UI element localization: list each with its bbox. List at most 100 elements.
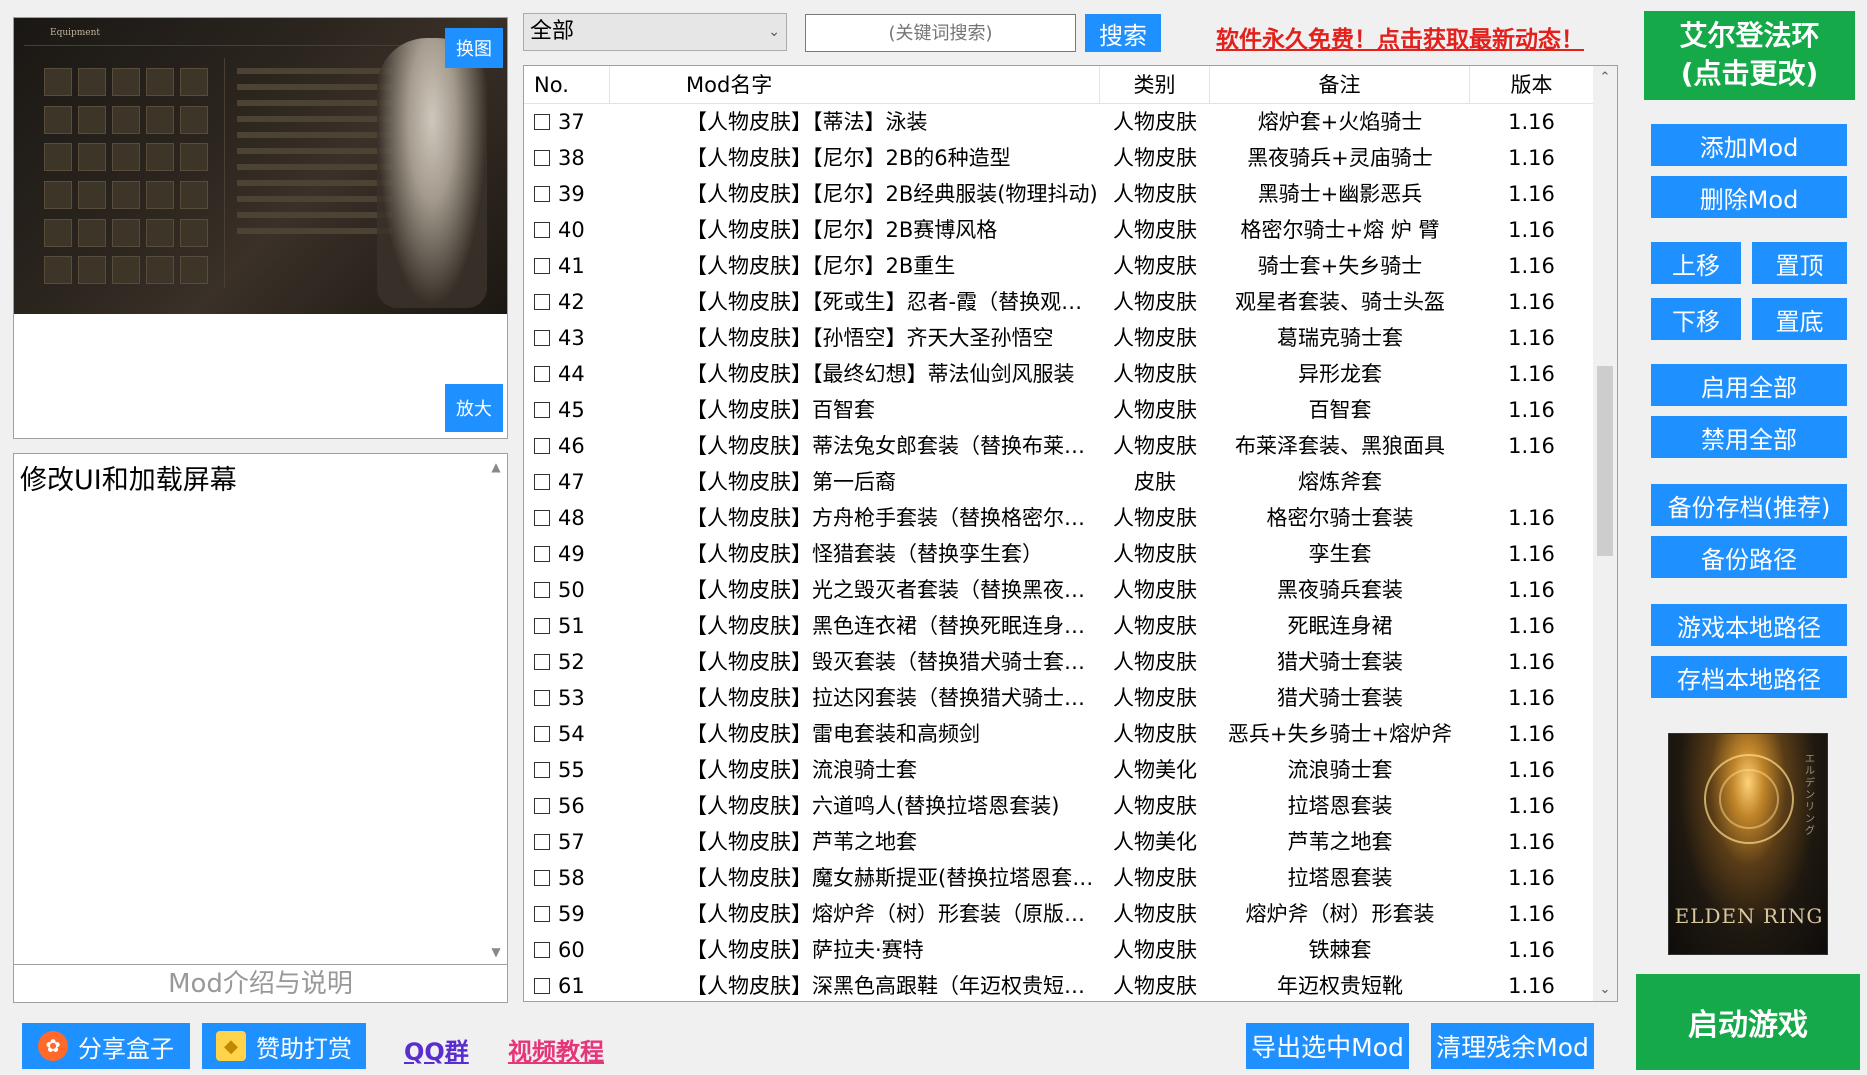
zoom-image-button[interactable]: 放大 [445, 384, 503, 432]
row-checkbox[interactable] [534, 870, 550, 886]
game-path-button[interactable]: 游戏本地路径 [1651, 604, 1847, 646]
header-note[interactable]: 备注 [1210, 66, 1470, 103]
table-scrollbar[interactable]: ⌃ ⌄ [1593, 66, 1617, 1001]
delete-mod-button[interactable]: 删除Mod [1651, 176, 1847, 218]
table-row[interactable]: 37 【人物皮肤】【蒂法】泳装 人物皮肤 熔炉套+火焰骑士 1.16 [524, 104, 1593, 140]
table-row[interactable]: 52 【人物皮肤】毁灭套装（替换猎犬骑士套装） 人物皮肤 猎犬骑士套装 1.16 [524, 644, 1593, 680]
table-row[interactable]: 43 【人物皮肤】【孙悟空】齐天大圣孙悟空 人物皮肤 葛瑞克骑士套 1.16 [524, 320, 1593, 356]
donate-button[interactable]: ◆ 赞助打赏 [202, 1023, 366, 1069]
donate-label: 赞助打赏 [256, 1034, 352, 1063]
enable-all-button[interactable]: 启用全部 [1651, 364, 1847, 406]
row-checkbox[interactable] [534, 258, 550, 274]
search-button[interactable]: 搜索 [1085, 14, 1161, 52]
row-checkbox[interactable] [534, 906, 550, 922]
table-row[interactable]: 47 【人物皮肤】第一后裔 皮肤 熔炼斧套 [524, 464, 1593, 500]
row-checkbox[interactable] [534, 582, 550, 598]
disable-all-button[interactable]: 禁用全部 [1651, 416, 1847, 458]
clean-residual-button[interactable]: 清理残余Mod [1431, 1023, 1594, 1069]
table-row[interactable]: 44 【人物皮肤】【最终幻想】蒂法仙剑风服装 人物皮肤 异形龙套 1.16 [524, 356, 1593, 392]
row-checkbox[interactable] [534, 762, 550, 778]
move-down-button[interactable]: 下移 [1651, 298, 1741, 340]
row-checkbox[interactable] [534, 798, 550, 814]
table-row[interactable]: 48 【人物皮肤】方舟枪手套装（替换格密尔骑士套... 人物皮肤 格密尔骑士套装 1.1… [524, 500, 1593, 536]
row-checkbox[interactable] [534, 330, 550, 346]
save-path-button[interactable]: 存档本地路径 [1651, 656, 1847, 698]
row-checkbox[interactable] [534, 474, 550, 490]
row-no-cell: 43 [524, 320, 610, 356]
row-checkbox[interactable] [534, 978, 550, 994]
row-no-cell: 39 [524, 176, 610, 212]
row-no: 54 [558, 722, 585, 746]
row-checkbox[interactable] [534, 402, 550, 418]
row-checkbox[interactable] [534, 942, 550, 958]
table-row[interactable]: 49 【人物皮肤】怪猎套装（替换孪生套） 人物皮肤 孪生套 1.16 [524, 536, 1593, 572]
row-checkbox[interactable] [534, 546, 550, 562]
category-select[interactable]: 全部 ⌄ [523, 13, 787, 51]
table-row[interactable]: 60 【人物皮肤】萨拉夫·赛特 人物皮肤 铁棘套 1.16 [524, 932, 1593, 968]
header-category[interactable]: 类别 [1100, 66, 1210, 103]
game-select-button[interactable]: 艾尔登法环 (点击更改) [1644, 11, 1855, 100]
table-row[interactable]: 38 【人物皮肤】【尼尔】2B的6种造型 人物皮肤 黑夜骑兵+灵庙骑士 1.16 [524, 140, 1593, 176]
row-checkbox[interactable] [534, 690, 550, 706]
row-no: 50 [558, 578, 585, 602]
row-category: 人物皮肤 [1113, 866, 1197, 890]
row-checkbox[interactable] [534, 294, 550, 310]
row-checkbox[interactable] [534, 150, 550, 166]
table-row[interactable]: 51 【人物皮肤】黑色连衣裙（替换死眠连身裙） 人物皮肤 死眠连身裙 1.16 [524, 608, 1593, 644]
row-checkbox[interactable] [534, 366, 550, 382]
table-row[interactable]: 39 【人物皮肤】【尼尔】2B经典服装(物理抖动) 人物皮肤 黑骑士+幽影恶兵 1.16 [524, 176, 1593, 212]
table-row[interactable]: 57 【人物皮肤】芦苇之地套 人物美化 芦苇之地套 1.16 [524, 824, 1593, 860]
scroll-up-icon[interactable]: ⌃ [1598, 70, 1612, 85]
table-row[interactable]: 55 【人物皮肤】流浪骑士套 人物美化 流浪骑士套 1.16 [524, 752, 1593, 788]
row-version [1470, 464, 1593, 500]
swap-image-button[interactable]: 换图 [445, 28, 503, 68]
description-scrollbar[interactable]: ▲ ▼ [487, 456, 505, 961]
scrollbar-thumb[interactable] [1597, 366, 1613, 556]
row-name: 【人物皮肤】毁灭套装（替换猎犬骑士套装） [686, 650, 1100, 674]
export-selected-button[interactable]: 导出选中Mod [1246, 1023, 1409, 1069]
scroll-up-icon[interactable]: ▲ [489, 460, 503, 474]
promo-link[interactable]: 软件永久免费！点击获取最新动态！ [1216, 20, 1584, 54]
header-version[interactable]: 版本 [1470, 66, 1593, 103]
table-row[interactable]: 56 【人物皮肤】六道鸣人(替换拉塔恩套装) 人物皮肤 拉塔恩套装 1.16 [524, 788, 1593, 824]
backup-save-button[interactable]: 备份存档(推荐) [1651, 484, 1847, 526]
row-checkbox[interactable] [534, 186, 550, 202]
table-row[interactable]: 45 【人物皮肤】百智套 人物皮肤 百智套 1.16 [524, 392, 1593, 428]
table-row[interactable]: 54 【人物皮肤】雷电套装和高频剑 人物皮肤 恶兵+失乡骑士+熔炉斧 1.16 [524, 716, 1593, 752]
table-row[interactable]: 41 【人物皮肤】【尼尔】2B重生 人物皮肤 骑士套+失乡骑士 1.16 [524, 248, 1593, 284]
table-row[interactable]: 40 【人物皮肤】【尼尔】2B赛博风格 人物皮肤 格密尔骑士+熔 炉 臂 1.16 [524, 212, 1593, 248]
row-checkbox[interactable] [534, 834, 550, 850]
move-bottom-button[interactable]: 置底 [1752, 298, 1847, 340]
row-checkbox[interactable] [534, 222, 550, 238]
table-row[interactable]: 42 【人物皮肤】【死或生】忍者-霞（替换观星者套... 人物皮肤 观星者套装、骑士头… [524, 284, 1593, 320]
backup-path-button[interactable]: 备份路径 [1651, 536, 1847, 578]
row-checkbox[interactable] [534, 510, 550, 526]
scroll-down-icon[interactable]: ▼ [489, 945, 503, 959]
mod-description-panel[interactable]: 修改UI和加载屏幕 ▲ ▼ Mod介绍与说明 [13, 453, 508, 1003]
header-no[interactable]: No. [524, 66, 610, 103]
table-row[interactable]: 58 【人物皮肤】魔女赫斯提亚(替换拉塔恩套装) 人物皮肤 拉塔恩套装 1.16 [524, 860, 1593, 896]
search-input[interactable] [805, 14, 1076, 52]
row-checkbox[interactable] [534, 654, 550, 670]
table-row[interactable]: 46 【人物皮肤】蒂法兔女郎套装（替换布莱泽套装... 人物皮肤 布莱泽套装、黑狼面具… [524, 428, 1593, 464]
add-mod-button[interactable]: 添加Mod [1651, 124, 1847, 166]
header-name[interactable]: Mod名字 [610, 66, 1100, 103]
share-button[interactable]: ✿ 分享盒子 [22, 1023, 190, 1069]
row-checkbox[interactable] [534, 618, 550, 634]
scroll-down-icon[interactable]: ⌄ [1598, 982, 1612, 997]
table-row[interactable]: 50 【人物皮肤】光之毁灭者套装（替换黑夜骑兵套... 人物皮肤 黑夜骑兵套装 1.16 [524, 572, 1593, 608]
video-tutorial-link[interactable]: 视频教程 [508, 1032, 604, 1067]
start-game-button[interactable]: 启动游戏 [1636, 974, 1860, 1070]
row-version: 1.16 [1508, 110, 1555, 134]
move-up-button[interactable]: 上移 [1651, 242, 1741, 284]
table-row[interactable]: 61 【人物皮肤】深黑色高跟鞋（年迈权贵短靴） 人物皮肤 年迈权贵短靴 1.16 [524, 968, 1593, 1001]
move-top-button[interactable]: 置顶 [1752, 242, 1847, 284]
table-row[interactable]: 53 【人物皮肤】拉达冈套装（替换猎犬骑士套装） 人物皮肤 猎犬骑士套装 1.16 [524, 680, 1593, 716]
row-checkbox[interactable] [534, 114, 550, 130]
table-row[interactable]: 59 【人物皮肤】熔炉斧（树）形套装（原版优化） 人物皮肤 熔炉斧（树）形套装 1.16 [524, 896, 1593, 932]
qq-group-link[interactable]: QQ群 [404, 1032, 469, 1067]
row-name: 【人物皮肤】魔女赫斯提亚(替换拉塔恩套装) [686, 866, 1100, 890]
row-no-cell: 56 [524, 788, 610, 824]
row-checkbox[interactable] [534, 726, 550, 742]
row-checkbox[interactable] [534, 438, 550, 454]
